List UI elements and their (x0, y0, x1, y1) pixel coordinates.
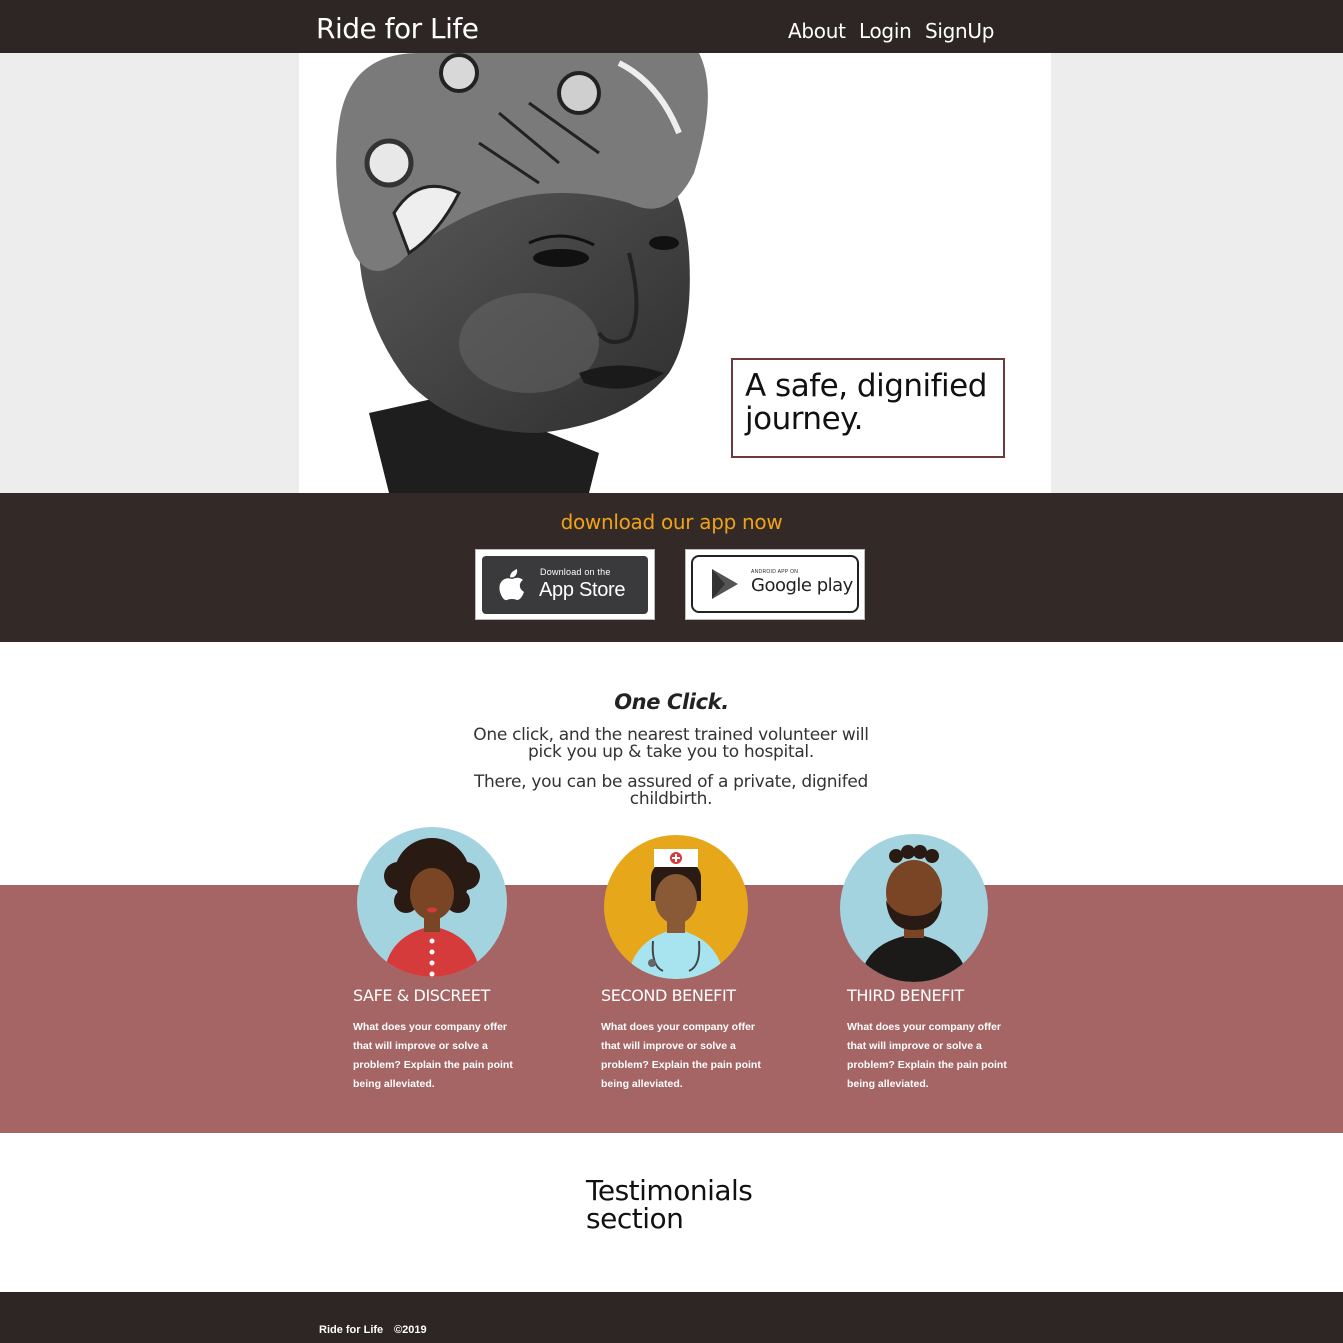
one-click-heading: One Click. (614, 690, 729, 714)
brand-logo-link[interactable]: Ride for Life (316, 12, 479, 45)
nurse-avatar-icon (604, 835, 748, 979)
page: Ride for Life About Login SignUp A safe,… (0, 0, 1343, 1343)
man-avatar-icon (840, 834, 988, 982)
footer-brand: Ride for Life (319, 1324, 384, 1336)
benefit-title: THIRD BENEFIT (847, 986, 964, 1005)
one-click-paragraph: There, you can be assured of a private, … (473, 772, 869, 809)
benefit-description: What does your company offer that will i… (847, 1021, 1007, 1090)
top-navbar: Ride for Life About Login SignUp (0, 0, 1343, 53)
benefit-title: SAFE & DISCREET (353, 986, 490, 1005)
hero-portrait-image (336, 53, 708, 493)
footer-copyright: ©2019 (394, 1324, 427, 1336)
footer: Ride for Life ©2019 (0, 1292, 1343, 1343)
app-store-badge: Download on the App Store (482, 556, 648, 614)
download-section: download our app now Download on the App… (0, 493, 1343, 642)
download-title: download our app now (560, 510, 783, 534)
testimonials-heading: Testimonials section (586, 1174, 753, 1235)
apple-icon (499, 569, 524, 601)
nav-login-link[interactable]: Login (859, 19, 912, 43)
tagline-box: A safe, dignified journey. (731, 358, 1005, 458)
one-click-paragraph: One click, and the nearest trained volun… (473, 725, 869, 762)
app-store-button[interactable]: Download on the App Store (475, 549, 655, 620)
nav-signup-link[interactable]: SignUp (925, 19, 994, 43)
benefit-description: What does your company offer that will i… (353, 1021, 513, 1090)
google-play-badge: ANDROID APP ON Google play (691, 555, 859, 613)
app-store-big-text: App Store (539, 579, 626, 601)
benefit-description: What does your company offer that will i… (601, 1021, 761, 1090)
app-store-small-text: Download on the (540, 567, 611, 577)
nav-about-link[interactable]: About (788, 19, 846, 43)
google-play-button[interactable]: ANDROID APP ON Google play (685, 549, 865, 620)
hero-tagline: A safe, dignified journey. (745, 368, 987, 437)
benefit-title: SECOND BENEFIT (601, 986, 736, 1005)
play-triangle-icon (712, 569, 738, 599)
woman-avatar-icon (357, 827, 507, 977)
google-play-big-text: Google play (751, 575, 853, 596)
